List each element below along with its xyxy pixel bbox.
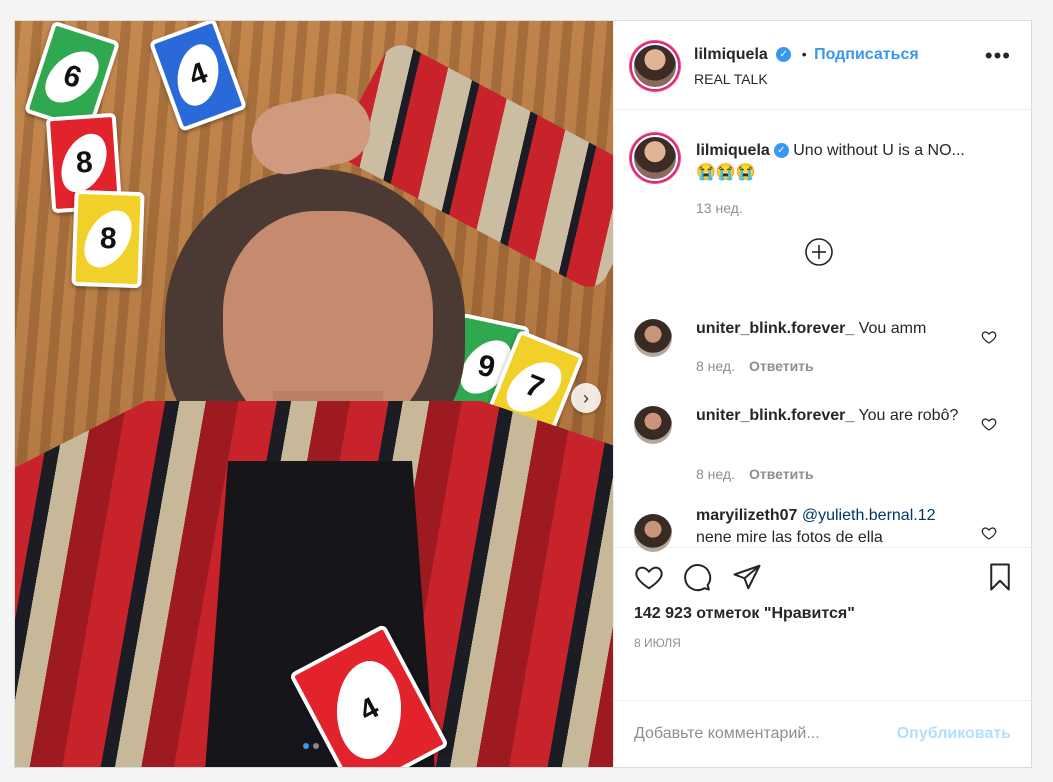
comment-text: uniter_blink.forever_ You are robô? — [696, 405, 966, 427]
comment-body: Vou amm — [858, 320, 927, 337]
caption-username[interactable]: lilmiquela — [696, 142, 770, 159]
comment-username[interactable]: uniter_blink.forever_ — [696, 320, 854, 337]
like-heart-icon[interactable] — [634, 562, 664, 592]
comment-time: 8 нед. — [696, 466, 735, 482]
uno-card-value: 6 — [59, 58, 86, 95]
post-actions: 142 923 отметок "Нравится" 8 ИЮЛЯ — [614, 548, 1031, 701]
commenter-avatar[interactable] — [634, 319, 672, 357]
comment-username[interactable]: maryilizeth07 — [696, 507, 797, 524]
uno-card-value: 4 — [353, 691, 384, 729]
uno-card: 8 — [71, 189, 145, 289]
caption-time: 13 нед. — [696, 200, 743, 216]
carousel-dot — [313, 743, 319, 749]
caption-avatar[interactable] — [632, 135, 678, 181]
caption-emoji: 😭😭😭 — [696, 164, 756, 181]
comment-input[interactable] — [634, 721, 884, 747]
post-sidebar: lilmiquela ✓ • Подписаться REAL TALK •••… — [613, 21, 1031, 767]
reply-button[interactable]: Ответить — [749, 466, 814, 482]
post-date: 8 ИЮЛЯ — [634, 636, 681, 650]
verified-badge-icon: ✓ — [773, 143, 789, 159]
comment-text: uniter_blink.forever_ Vou amm — [696, 318, 986, 340]
post-photo[interactable]: 6 4 8 8 9 7 4 › — [15, 21, 613, 767]
author-subtitle: REAL TALK — [694, 71, 768, 87]
uno-card-value: 4 — [184, 56, 212, 93]
next-slide-button[interactable]: › — [571, 383, 601, 413]
publish-button[interactable]: Опубликовать — [897, 725, 1011, 743]
post-header: lilmiquela ✓ • Подписаться REAL TALK ••• — [614, 21, 1031, 110]
comment-meta: 8 нед. Ответить — [696, 358, 814, 374]
reply-button[interactable]: Ответить — [749, 358, 814, 374]
uno-card-value: 9 — [474, 348, 498, 385]
commenter-avatar[interactable] — [634, 406, 672, 444]
comment-body: You are robô? — [858, 407, 959, 424]
like-comment-heart-icon[interactable] — [981, 525, 997, 541]
chevron-right-icon: › — [583, 387, 589, 408]
likes-count[interactable]: 142 923 отметок "Нравится" — [634, 605, 855, 623]
comment-mention-link[interactable]: @yulieth.bernal.12 — [802, 507, 936, 524]
like-comment-heart-icon[interactable] — [981, 329, 997, 345]
caption-text: lilmiquela ✓ Uno without U is a NO... 😭😭😭 — [696, 140, 1016, 184]
more-options-icon[interactable]: ••• — [985, 45, 1011, 67]
comment-bubble-icon[interactable] — [682, 562, 712, 592]
add-comment-bar: Опубликовать — [614, 701, 1031, 767]
comments-area[interactable]: lilmiquela ✓ Uno without U is a NO... 😭😭😭… — [614, 110, 1031, 552]
author-avatar[interactable] — [632, 43, 678, 89]
like-comment-heart-icon[interactable] — [981, 416, 997, 432]
uno-card-value: 7 — [520, 368, 549, 405]
carousel-dot-active — [303, 743, 309, 749]
commenter-avatar[interactable] — [634, 514, 672, 552]
uno-card-value: 8 — [99, 221, 117, 256]
author-line: lilmiquela ✓ • Подписаться — [694, 46, 919, 64]
post-dialog: 6 4 8 8 9 7 4 › lilmiquela ✓ • Подписать… — [14, 20, 1032, 768]
header-separator: • — [801, 46, 807, 62]
save-bookmark-icon[interactable] — [985, 562, 1015, 592]
caption-body: Uno without U is a NO... — [793, 142, 965, 159]
author-username[interactable]: lilmiquela — [694, 46, 768, 63]
follow-button[interactable]: Подписаться — [814, 46, 919, 63]
load-more-comments-icon[interactable] — [804, 237, 834, 267]
comment-username[interactable]: uniter_blink.forever_ — [696, 407, 854, 424]
carousel-indicator — [303, 743, 319, 749]
comment-meta: 8 нед. Ответить — [696, 466, 814, 482]
comment-time: 8 нед. — [696, 358, 735, 374]
share-paper-plane-icon[interactable] — [732, 562, 762, 592]
uno-card-value: 8 — [74, 145, 94, 180]
comment-text: maryilizeth07 @yulieth.bernal.12 nene mi… — [696, 505, 986, 549]
comment-body: nene mire las fotos de ella — [696, 529, 883, 546]
verified-badge-icon: ✓ — [776, 47, 792, 63]
